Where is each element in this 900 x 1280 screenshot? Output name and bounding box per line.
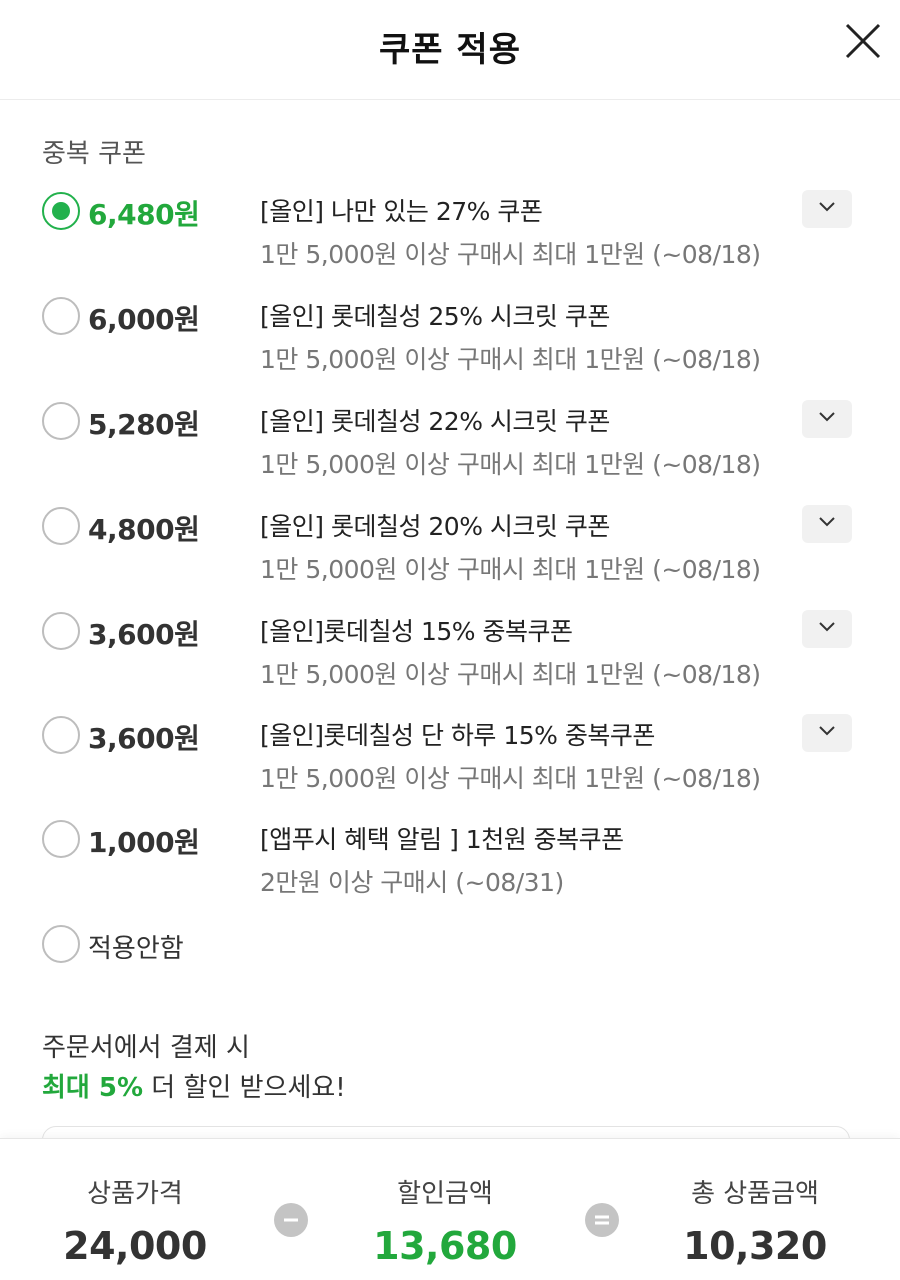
close-button[interactable] [844, 22, 882, 60]
coupon-name: [올인] 롯데칠성 22% 시크릿 쿠폰 [260, 407, 610, 436]
coupon-condition: 1만 5,000원 이상 구매시 최대 1만원 (~08/18) [260, 660, 761, 689]
product-price: 상품가격 24,000 [5, 1173, 265, 1268]
coupon-amount: 1,000원 [88, 826, 200, 859]
coupon-name: [올인]롯데칠성 15% 중복쿠폰 [260, 617, 573, 646]
minus-operator [274, 1203, 308, 1237]
expand-button[interactable] [802, 400, 852, 438]
coupon-condition: 2만원 이상 구매시 (~08/31) [260, 868, 564, 897]
coupon-condition: 1만 5,000원 이상 구매시 최대 1만원 (~08/18) [260, 555, 761, 584]
discount-value: 13,680 [373, 1224, 517, 1268]
promo-text-2: 최대 5% 더 할인 받으세요! [42, 1067, 346, 1104]
coupon-condition: 1만 5,000원 이상 구매시 최대 1만원 (~08/18) [260, 345, 761, 374]
coupon-condition: 1만 5,000원 이상 구매시 최대 1만원 (~08/18) [260, 240, 761, 269]
product-price-label: 상품가격 [87, 1179, 183, 1209]
radio-button[interactable] [42, 612, 80, 650]
coupon-name: [올인] 롯데칠성 20% 시크릿 쿠폰 [260, 512, 610, 541]
no-coupon-option[interactable]: 적용안함 [0, 925, 400, 965]
coupon-amount: 6,480원 [88, 198, 200, 231]
chevron-down-icon [819, 202, 835, 212]
coupon-name: [올인] 롯데칠성 25% 시크릿 쿠폰 [260, 302, 610, 331]
minus-icon [284, 1218, 298, 1222]
coupon-option[interactable]: 5,280원 [올인] 롯데칠성 22% 시크릿 쿠폰 1만 5,000원 이상… [0, 400, 900, 502]
no-coupon-label: 적용안함 [88, 934, 184, 964]
close-icon [845, 23, 881, 59]
coupon-option[interactable]: 3,600원 [올인]롯데칠성 15% 중복쿠폰 1만 5,000원 이상 구매… [0, 610, 900, 712]
promo-rest: 더 할인 받으세요! [143, 1073, 346, 1103]
promo-highlight: 최대 5% [42, 1073, 144, 1103]
header: 쿠폰 적용 [0, 0, 900, 100]
chevron-down-icon [819, 517, 835, 527]
coupon-amount: 5,280원 [88, 408, 200, 441]
coupon-amount: 3,600원 [88, 722, 200, 755]
expand-button[interactable] [802, 505, 852, 543]
coupon-option[interactable]: 6,480원 [올인] 나만 있는 27% 쿠폰 1만 5,000원 이상 구매… [0, 190, 900, 292]
coupon-amount: 4,800원 [88, 513, 200, 546]
page-title: 쿠폰 적용 [379, 30, 521, 70]
chevron-down-icon [819, 622, 835, 632]
chevron-down-icon [819, 726, 835, 736]
radio-button[interactable] [42, 192, 80, 230]
chevron-down-icon [819, 412, 835, 422]
expand-button[interactable] [802, 610, 852, 648]
equals-operator [585, 1203, 619, 1237]
equals-icon [595, 1215, 609, 1225]
radio-button[interactable] [42, 402, 80, 440]
radio-button[interactable] [42, 820, 80, 858]
coupon-option[interactable]: 6,000원 [올인] 롯데칠성 25% 시크릿 쿠폰 1만 5,000원 이상… [0, 297, 900, 397]
section-label: 중복 쿠폰 [42, 139, 146, 169]
coupon-name: [올인]롯데칠성 단 하루 15% 중복쿠폰 [260, 721, 655, 750]
discount-amount: 할인금액 13,680 [315, 1173, 575, 1268]
coupon-condition: 1만 5,000원 이상 구매시 최대 1만원 (~08/18) [260, 764, 761, 793]
coupon-name: [올인] 나만 있는 27% 쿠폰 [260, 197, 543, 226]
expand-button[interactable] [802, 190, 852, 228]
coupon-condition: 1만 5,000원 이상 구매시 최대 1만원 (~08/18) [260, 450, 761, 479]
expand-button[interactable] [802, 714, 852, 752]
total-label: 총 상품금액 [691, 1179, 819, 1209]
coupon-option[interactable]: 1,000원 [앱푸시 혜택 알림 ] 1천원 중복쿠폰 2만원 이상 구매시 … [0, 820, 900, 920]
coupon-option[interactable]: 4,800원 [올인] 롯데칠성 20% 시크릿 쿠폰 1만 5,000원 이상… [0, 505, 900, 607]
coupon-amount: 6,000원 [88, 303, 200, 336]
total-value: 10,320 [683, 1224, 827, 1268]
discount-label: 할인금액 [397, 1179, 493, 1209]
price-summary: 상품가격 24,000 할인금액 13,680 총 상품금액 10,320 [0, 1138, 900, 1280]
radio-button[interactable] [42, 297, 80, 335]
coupon-name: [앱푸시 혜택 알림 ] 1천원 중복쿠폰 [260, 825, 624, 854]
product-price-value: 24,000 [63, 1224, 207, 1268]
coupon-amount: 3,600원 [88, 618, 200, 651]
radio-button[interactable] [42, 716, 80, 754]
radio-button[interactable] [42, 507, 80, 545]
coupon-option[interactable]: 3,600원 [올인]롯데칠성 단 하루 15% 중복쿠폰 1만 5,000원 … [0, 714, 900, 816]
promo-text: 주문서에서 결제 시 [42, 1033, 250, 1063]
radio-button[interactable] [42, 925, 80, 963]
total-amount: 총 상품금액 10,320 [625, 1173, 885, 1268]
